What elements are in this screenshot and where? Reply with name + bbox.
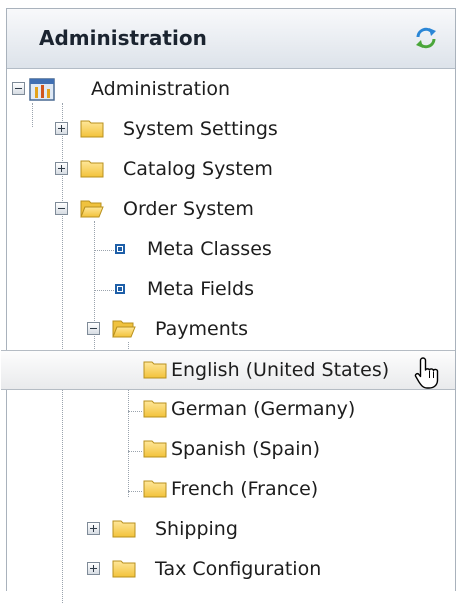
bullet-icon (115, 244, 125, 254)
tree-node-order-system[interactable]: Order System (7, 190, 455, 230)
tree-node-label: Shipping (155, 518, 238, 540)
folder-icon (80, 158, 104, 178)
expand-toggle-icon[interactable] (55, 162, 68, 175)
tree-node-english-united-states[interactable]: English (United States) (1, 350, 455, 390)
folder-icon (112, 518, 136, 538)
administration-panel: Administration Administration System Set… (1, 8, 456, 603)
tree-node-label: Spanish (Spain) (171, 438, 320, 460)
folder-icon (80, 118, 104, 138)
tree-node-label: German (Germany) (171, 398, 356, 420)
tree-node-label: Catalog System (123, 158, 273, 180)
navigation-tree: Administration System Settings Catalog S… (1, 69, 455, 603)
folder-icon (143, 438, 167, 458)
tree-node-label: Tax Configuration (155, 558, 322, 580)
tree-node-label: Administration (91, 78, 231, 100)
collapse-toggle-icon[interactable] (87, 322, 100, 335)
tree-node-meta-classes[interactable]: Meta Classes (7, 230, 455, 270)
collapse-toggle-icon[interactable] (12, 82, 25, 95)
folder-icon (143, 398, 167, 418)
folder-icon (112, 558, 136, 578)
tree-node-label: Payments (155, 318, 249, 340)
tree-node-label: Meta Classes (147, 238, 272, 260)
tree-node-german-germany[interactable]: German (Germany) (7, 390, 455, 430)
administration-tree-icon (29, 76, 55, 102)
tree-node-label: Order System (123, 198, 254, 220)
tree-node-label: System Settings (123, 118, 278, 140)
refresh-icon[interactable] (413, 25, 439, 51)
folder-open-icon (112, 318, 136, 338)
tree-node-french-france[interactable]: French (France) (7, 470, 455, 510)
tree-node-label: French (France) (171, 478, 319, 500)
tree-node-tax-configuration[interactable]: Tax Configuration (7, 550, 455, 590)
tree-node-system-settings[interactable]: System Settings (7, 110, 455, 150)
expand-toggle-icon[interactable] (87, 522, 100, 535)
tree-node-label: Meta Fields (147, 278, 254, 300)
collapse-toggle-icon[interactable] (55, 202, 68, 215)
tree-node-shipping[interactable]: Shipping (7, 510, 455, 550)
folder-icon (143, 359, 167, 379)
tree-node-meta-fields[interactable]: Meta Fields (7, 270, 455, 310)
tree-node-payments[interactable]: Payments (7, 310, 455, 350)
folder-icon (143, 478, 167, 498)
tree-node-spanish-spain[interactable]: Spanish (Spain) (7, 430, 455, 470)
expand-toggle-icon[interactable] (87, 562, 100, 575)
panel-header: Administration (7, 9, 455, 69)
tree-node-label: English (United States) (171, 359, 390, 381)
tree-node-administration[interactable]: Administration (7, 70, 455, 110)
panel-title: Administration (39, 26, 207, 50)
expand-toggle-icon[interactable] (55, 122, 68, 135)
bullet-icon (115, 284, 125, 294)
hand-cursor-icon (414, 356, 444, 390)
folder-open-icon (80, 198, 104, 218)
tree-node-catalog-system[interactable]: Catalog System (7, 150, 455, 190)
